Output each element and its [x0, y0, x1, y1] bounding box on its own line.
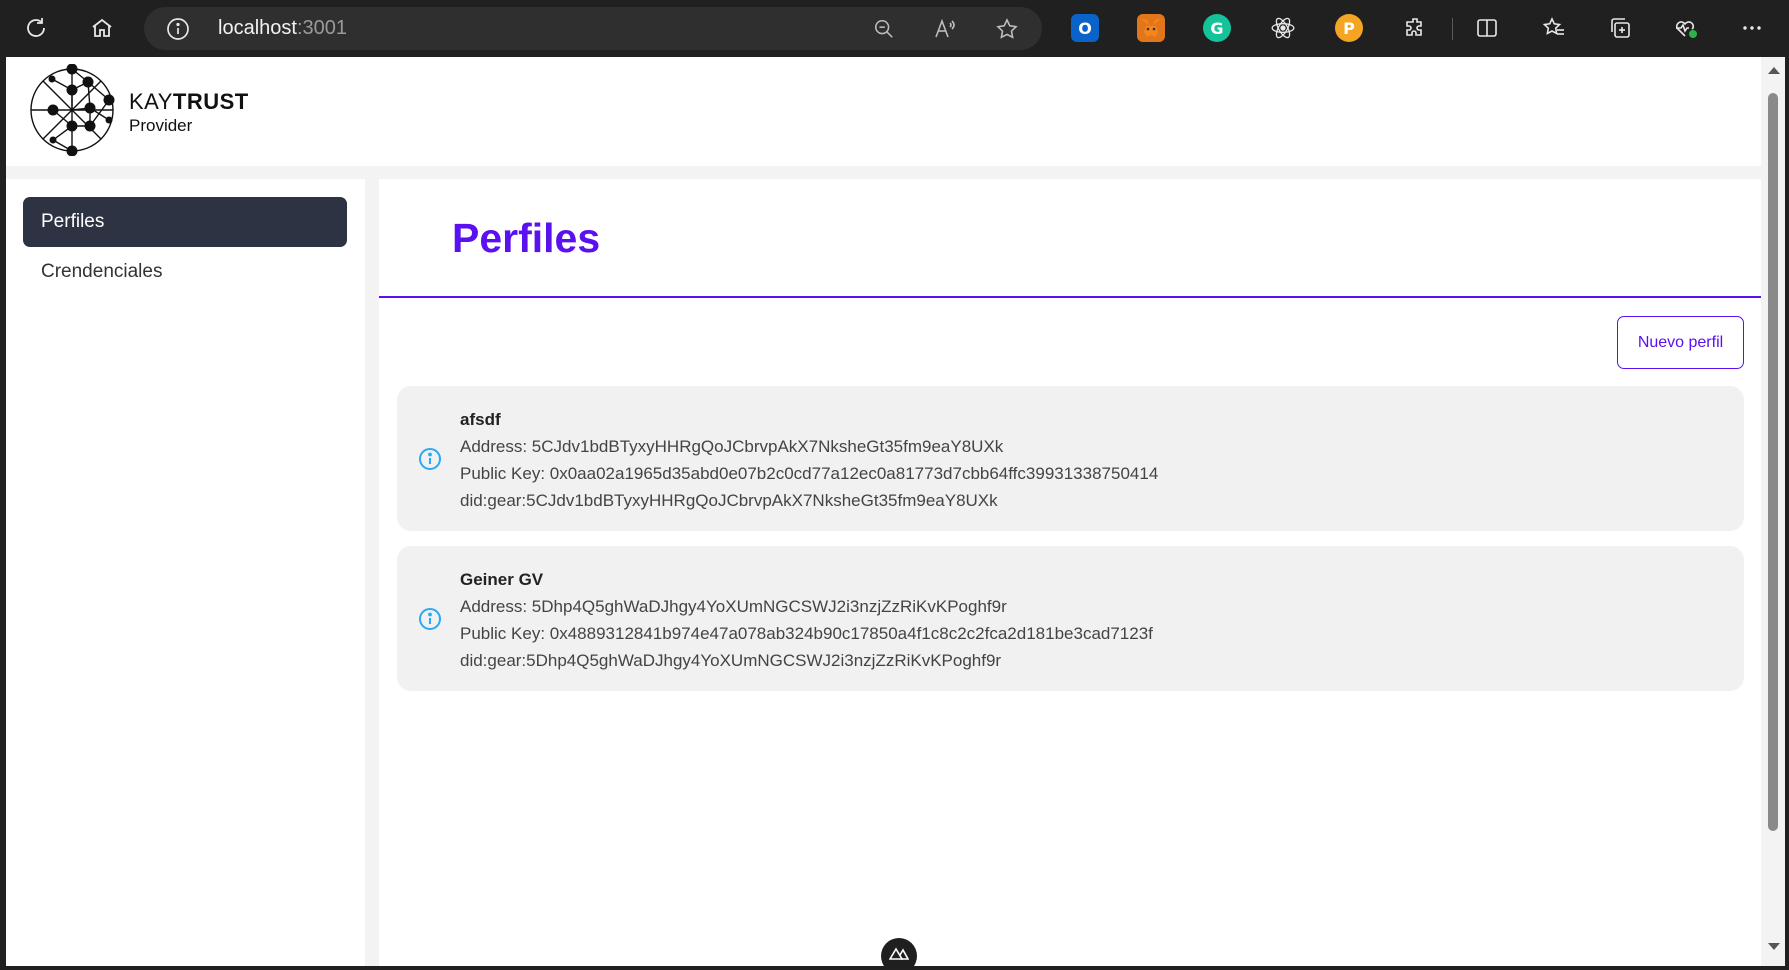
profile-name: Geiner GV	[460, 570, 544, 589]
profile-card[interactable]: Geiner GV Address: 5Dhp4Q5ghWaDJhgy4YoXU…	[397, 546, 1744, 691]
address-bar[interactable]: localhost:3001	[144, 7, 1042, 50]
profile-name: afsdf	[460, 410, 501, 429]
url-port: :3001	[296, 17, 347, 39]
new-profile-button[interactable]: Nuevo perfil	[1617, 316, 1744, 369]
profile-details: Geiner GV Address: 5Dhp4Q5ghWaDJhgy4YoXU…	[460, 566, 1153, 674]
profile-public-key: Public Key: 0x4889312841b974e47a078ab324…	[460, 624, 1153, 643]
scroll-thumb[interactable]	[1768, 93, 1778, 831]
metamask-icon[interactable]	[1137, 14, 1165, 42]
sidebar: Perfiles Crendenciales	[6, 179, 365, 966]
info-icon[interactable]	[418, 447, 442, 471]
page-scrollbar[interactable]	[1761, 57, 1785, 966]
toolbar-divider	[1452, 18, 1453, 40]
refresh-icon[interactable]	[14, 6, 58, 50]
app-header: KAYTRUST Provider	[6, 57, 1761, 166]
profile-details: afsdf Address: 5CJdv1bdBTyxyHHRgQoJCbrvp…	[460, 406, 1158, 514]
sidebar-item-credenciales[interactable]: Crendenciales	[23, 247, 347, 297]
browser-toolbar: localhost:3001 O G P	[0, 0, 1789, 57]
info-icon[interactable]	[166, 17, 190, 41]
nuxt-devtools-icon[interactable]	[881, 938, 917, 966]
title-divider	[379, 296, 1761, 298]
profile-address: Address: 5Dhp4Q5ghWaDJhgy4YoXUmNGCSWJ2i3…	[460, 597, 1007, 616]
url-text[interactable]: localhost:3001	[218, 17, 347, 40]
scroll-down-arrow[interactable]	[1768, 943, 1780, 950]
profile-address: Address: 5CJdv1bdBTyxyHHRgQoJCbrvpAkX7Nk…	[460, 437, 1004, 456]
sidebar-item-perfiles[interactable]: Perfiles	[23, 197, 347, 247]
url-host: localhost	[218, 17, 297, 39]
kaytrust-logo	[30, 64, 115, 156]
brand: KAYTRUST Provider	[129, 89, 249, 136]
brand-name-bold: TRUST	[172, 89, 249, 114]
page-viewport: KAYTRUST Provider Perfiles Crendenciales…	[6, 57, 1761, 966]
polkadot-icon[interactable]: P	[1335, 14, 1363, 42]
home-icon[interactable]	[80, 6, 124, 50]
collections-icon[interactable]	[1606, 14, 1634, 42]
scroll-up-arrow[interactable]	[1768, 67, 1780, 74]
main-content: Perfiles Nuevo perfil afsdf Address: 5CJ…	[379, 179, 1761, 966]
profile-public-key: Public Key: 0x0aa02a1965d35abd0e07b2c0cd…	[460, 464, 1159, 483]
brand-name-light: KAY	[129, 89, 173, 114]
profile-card[interactable]: afsdf Address: 5CJdv1bdBTyxyHHRgQoJCbrvp…	[397, 386, 1744, 531]
outlook-icon[interactable]: O	[1071, 14, 1099, 42]
read-aloud-icon[interactable]	[932, 16, 958, 42]
info-icon[interactable]	[418, 607, 442, 631]
grammarly-icon[interactable]: G	[1203, 14, 1231, 42]
extensions-icon[interactable]	[1401, 14, 1429, 42]
brand-name: KAYTRUST	[129, 89, 249, 115]
split-screen-icon[interactable]	[1473, 14, 1501, 42]
more-icon[interactable]	[1738, 14, 1766, 42]
profile-did: did:gear:5CJdv1bdBTyxyHHRgQoJCbrvpAkX7Nk…	[460, 491, 998, 510]
favorites-icon[interactable]	[1540, 14, 1568, 42]
brand-subtitle: Provider	[129, 116, 193, 135]
browser-essentials-icon[interactable]	[1672, 14, 1700, 42]
react-devtools-icon[interactable]	[1269, 14, 1297, 42]
profile-did: did:gear:5Dhp4Q5ghWaDJhgy4YoXUmNGCSWJ2i3…	[460, 651, 1002, 670]
zoom-out-icon[interactable]	[871, 16, 897, 42]
favorite-star-icon[interactable]	[994, 16, 1020, 42]
page-title: Perfiles	[452, 215, 601, 261]
